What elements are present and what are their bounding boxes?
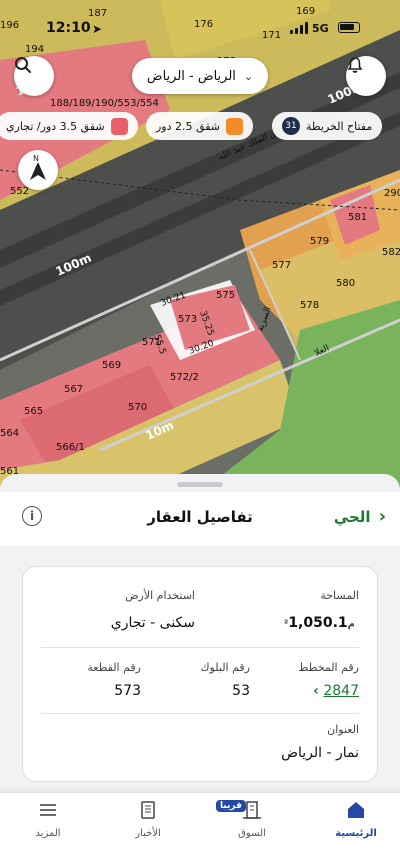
block-number-value: 53 bbox=[232, 683, 250, 699]
tab-market-label: السوق bbox=[238, 828, 266, 839]
city-selector[interactable]: الرياض - الرياض ⌄ bbox=[132, 58, 268, 94]
block-number-label: رقم البلوك bbox=[200, 661, 250, 674]
back-label: الحي bbox=[333, 507, 371, 526]
address-value: نمار - الرياض bbox=[281, 745, 359, 761]
tab-more-label: المزيد bbox=[35, 828, 61, 839]
legend-item-label: شقق 3.5 دور/ تجاري bbox=[6, 119, 105, 133]
status-bar: 12:10 ➤ 5G bbox=[0, 0, 400, 44]
svg-text:582: 582 bbox=[382, 247, 400, 258]
sheet-header: i تفاصيل العقار الحي › bbox=[0, 492, 400, 546]
svg-text:290: 290 bbox=[384, 188, 400, 199]
notifications-button[interactable] bbox=[346, 56, 386, 96]
legend-count-badge: 31 bbox=[282, 117, 300, 135]
divider bbox=[41, 647, 359, 648]
network-type: 5G bbox=[312, 22, 329, 35]
svg-text:575: 575 bbox=[216, 290, 235, 301]
tab-home-label: الرئيسية bbox=[335, 828, 377, 839]
svg-text:564: 564 bbox=[0, 428, 19, 439]
svg-text:N: N bbox=[33, 154, 39, 163]
city-selector-label: الرياض - الرياض bbox=[146, 68, 236, 84]
address-label: العنوان bbox=[327, 723, 359, 736]
home-icon bbox=[348, 802, 364, 818]
svg-text:566/1: 566/1 bbox=[56, 442, 85, 453]
status-time: 12:10 bbox=[46, 20, 91, 36]
battery-icon bbox=[338, 22, 360, 33]
parcel-number-label: رقم القطعة bbox=[87, 661, 141, 674]
svg-text:577: 577 bbox=[272, 260, 291, 271]
legend-key-chip[interactable]: 31 مفتاح الخريطة bbox=[272, 112, 383, 140]
legend-item-label: شقق 2.5 دور bbox=[156, 119, 220, 133]
svg-text:573: 573 bbox=[178, 314, 197, 325]
tab-home[interactable]: الرئيسية bbox=[316, 799, 396, 839]
tab-news-label: الأخبار bbox=[135, 828, 161, 839]
compass-icon: N bbox=[30, 154, 46, 180]
compass-button[interactable]: N bbox=[18, 150, 58, 190]
chevron-left-icon: ‹ bbox=[313, 683, 319, 699]
divider bbox=[41, 713, 359, 714]
svg-text:579: 579 bbox=[310, 236, 329, 247]
bell-icon bbox=[347, 57, 363, 73]
search-button[interactable] bbox=[14, 56, 54, 96]
legend-item-apartments-3-5[interactable]: شقق 3.5 دور/ تجاري bbox=[0, 112, 138, 140]
signal-icon bbox=[290, 22, 308, 34]
svg-text:572/2: 572/2 bbox=[170, 372, 199, 383]
search-icon bbox=[15, 57, 31, 73]
sheet-drag-handle[interactable] bbox=[177, 482, 223, 487]
tab-more[interactable]: المزيد bbox=[8, 799, 88, 839]
land-use-value: سكنى - تجاري bbox=[110, 615, 195, 631]
parcel-number-value: 573 bbox=[114, 683, 141, 699]
legend-item-apartments-2-5[interactable]: شقق 2.5 دور bbox=[146, 112, 253, 140]
red-swatch-icon bbox=[110, 117, 128, 135]
svg-text:565: 565 bbox=[24, 406, 43, 417]
news-icon bbox=[141, 801, 155, 819]
tab-news[interactable]: الأخبار bbox=[108, 799, 188, 839]
bottom-tab-bar: الرئيسية السوق الأخبار المزيد bbox=[0, 792, 400, 868]
orange-swatch-icon bbox=[225, 117, 243, 135]
plan-number-label: رقم المخطط bbox=[298, 661, 359, 674]
chevron-right-icon: › bbox=[378, 506, 386, 527]
chevron-down-icon: ⌄ bbox=[243, 69, 254, 83]
app-screen: 187 169 176 171 173 194 196 552 290 581 … bbox=[0, 0, 400, 868]
area-value: م²1,050.1 bbox=[284, 615, 359, 631]
property-info-card: المساحة م²1,050.1 استخدام الأرض سكنى - ت… bbox=[22, 566, 378, 782]
legend-key-label: مفتاح الخريطة bbox=[306, 119, 373, 133]
svg-text:569: 569 bbox=[102, 360, 121, 371]
svg-text:567: 567 bbox=[64, 384, 83, 395]
location-arrow-icon: ➤ bbox=[92, 22, 103, 36]
svg-text:570: 570 bbox=[128, 402, 147, 413]
plan-number-link[interactable]: ‹ 2847 bbox=[313, 683, 359, 699]
svg-text:580: 580 bbox=[336, 278, 355, 289]
area-number: 1,050.1 bbox=[288, 615, 348, 631]
plan-number-value: 2847 bbox=[323, 683, 359, 699]
menu-icon bbox=[40, 804, 56, 816]
land-use-label: استخدام الأرض bbox=[125, 589, 195, 602]
area-label: المساحة bbox=[320, 589, 359, 602]
back-to-district-button[interactable]: الحي › bbox=[334, 506, 386, 527]
svg-text:188/189/190/553/554: 188/189/190/553/554 bbox=[50, 98, 159, 109]
svg-text:581: 581 bbox=[348, 212, 367, 223]
svg-text:194: 194 bbox=[25, 44, 44, 55]
parcel-map[interactable]: 187 169 176 171 173 194 196 552 290 581 … bbox=[0, 0, 400, 500]
coming-soon-badge: قريبا bbox=[216, 800, 246, 812]
svg-text:578: 578 bbox=[300, 300, 319, 311]
